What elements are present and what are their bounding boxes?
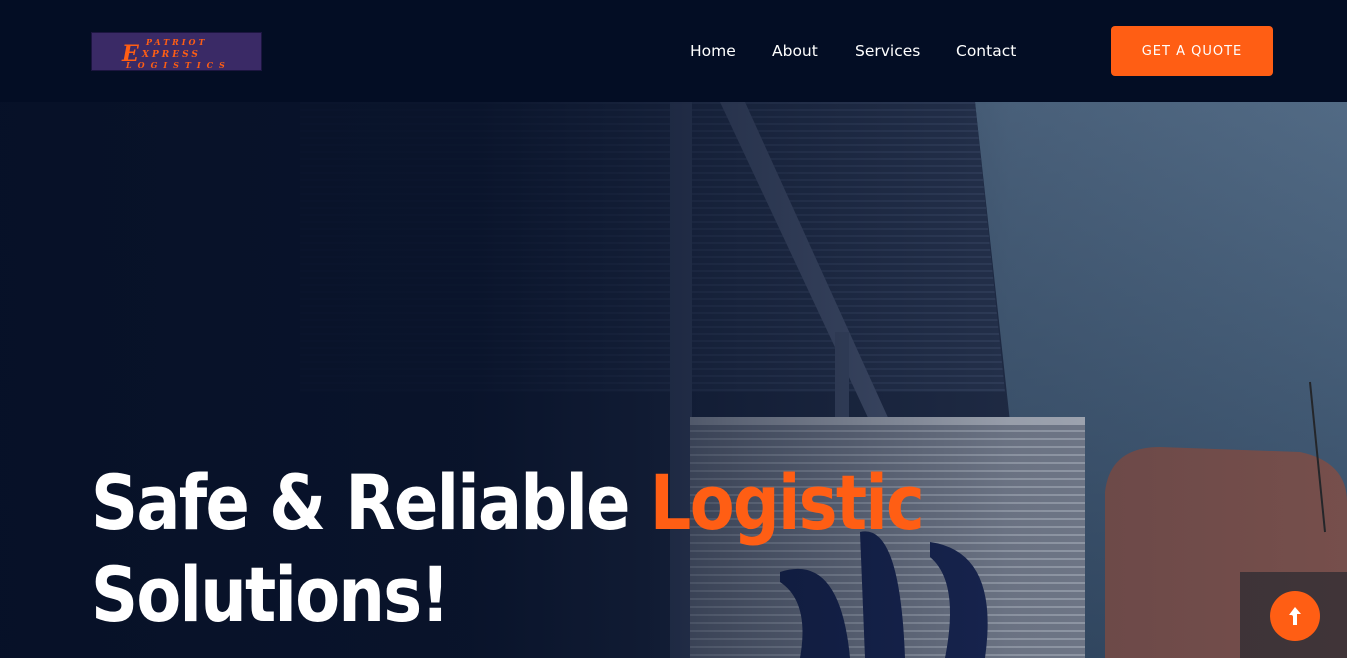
- nav-services[interactable]: Services: [855, 42, 920, 60]
- hero-title: Safe & Reliable Logistic Solutions!: [91, 457, 925, 641]
- hero-title-part2: Solutions!: [91, 550, 450, 639]
- logo[interactable]: PATRIOT E XPRESS LOGISTICS: [91, 32, 262, 71]
- nav-contact[interactable]: Contact: [956, 42, 1016, 60]
- hero-title-accent: Logistic: [649, 458, 925, 547]
- logo-line1: PATRIOT: [145, 37, 207, 47]
- scroll-to-top-button[interactable]: [1270, 591, 1320, 641]
- site-header: PATRIOT E XPRESS LOGISTICS Home About Se…: [0, 0, 1347, 102]
- logo-graphic: PATRIOT E XPRESS LOGISTICS: [121, 37, 231, 70]
- nav-home[interactable]: Home: [690, 42, 736, 60]
- logo-line3: LOGISTICS: [125, 60, 231, 70]
- nav-about[interactable]: About: [772, 42, 818, 60]
- hero-title-part1: Safe & Reliable: [91, 458, 650, 547]
- get-a-quote-button[interactable]: GET A QUOTE: [1111, 26, 1273, 76]
- logo-line2: XPRESS: [141, 50, 201, 60]
- hero-section: Safe & Reliable Logistic Solutions!: [0, 102, 1347, 658]
- arrow-up-icon: [1289, 607, 1301, 625]
